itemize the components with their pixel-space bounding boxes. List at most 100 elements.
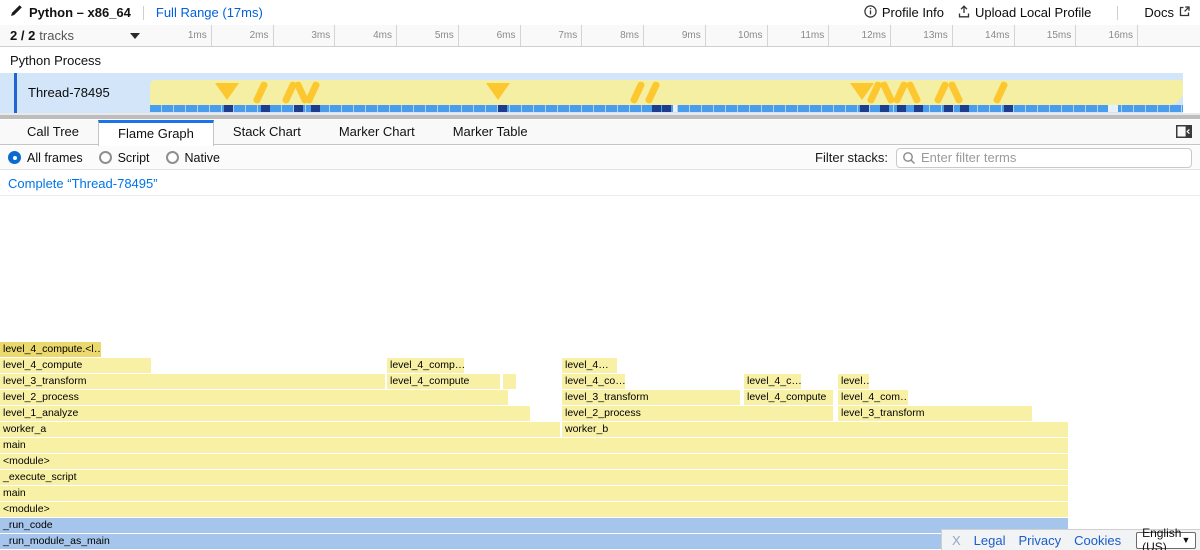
flame-box[interactable]: level_4_co… xyxy=(562,374,625,389)
ruler-tick: 15ms xyxy=(1015,25,1077,46)
radio-icon xyxy=(99,151,112,164)
sample-segment-dark xyxy=(897,105,906,112)
filter-stacks-label: Filter stacks: xyxy=(815,150,888,165)
flame-box[interactable]: <module> xyxy=(0,454,1068,469)
sidebar-toggle-icon[interactable] xyxy=(1176,125,1192,143)
flame-box[interactable]: level_4… xyxy=(562,358,617,373)
ruler-tick: 16ms xyxy=(1076,25,1138,46)
radio-script[interactable]: Script xyxy=(99,151,150,165)
flame-box[interactable]: level_4_compute.<l… xyxy=(0,342,101,357)
profile-info-button[interactable]: Profile Info xyxy=(864,5,944,21)
full-range-link[interactable]: Full Range (17ms) xyxy=(156,5,263,20)
flame-box[interactable]: level_3_transform xyxy=(0,374,385,389)
edit-pencil-icon[interactable] xyxy=(10,4,23,22)
flame-box[interactable]: _run_code xyxy=(0,518,1068,533)
track-header-python-process[interactable]: Python Process xyxy=(0,48,1183,73)
flame-box[interactable]: level… xyxy=(838,374,869,389)
filter-box xyxy=(896,148,1192,168)
sample-segment-dark xyxy=(914,105,923,112)
tracks-word: tracks xyxy=(39,28,74,43)
track-row-thread[interactable]: Thread-78495 xyxy=(0,73,1183,113)
flame-box[interactable]: main xyxy=(0,438,1068,453)
flame-box[interactable]: _execute_script xyxy=(0,470,1068,485)
breadcrumb[interactable]: Complete “Thread-78495” xyxy=(8,176,158,191)
docs-button[interactable]: Docs xyxy=(1144,5,1190,20)
radio-label: Native xyxy=(185,151,220,165)
footer-link-cookies[interactable]: Cookies xyxy=(1074,533,1121,548)
flame-box[interactable]: worker_b xyxy=(562,422,1068,437)
thread-track-label-area[interactable]: Thread-78495 xyxy=(0,73,150,113)
ruler-spacer xyxy=(1138,25,1200,46)
flame-box[interactable]: level_2_process xyxy=(562,406,833,421)
language-select[interactable]: English (US) ▼ xyxy=(1136,532,1196,549)
sample-segment-dark xyxy=(498,105,507,112)
docs-label: Docs xyxy=(1144,5,1174,20)
flame-box[interactable]: level_4_c… xyxy=(744,374,801,389)
flame-box[interactable]: level_3_transform xyxy=(838,406,1032,421)
sample-segment-dark xyxy=(960,105,969,112)
radio-native[interactable]: Native xyxy=(166,151,220,165)
footer-link-privacy[interactable]: Privacy xyxy=(1018,533,1061,548)
flame-box[interactable]: level_2_process xyxy=(0,390,508,405)
radio-all-frames[interactable]: All frames xyxy=(8,151,83,165)
flame-box[interactable] xyxy=(503,374,516,389)
tab-marker-table[interactable]: Marker Table xyxy=(434,120,547,145)
flame-box[interactable]: _run_module_as_main xyxy=(0,534,1068,549)
tab-call-tree[interactable]: Call Tree xyxy=(8,120,98,145)
footer-links: X Legal Privacy Cookies xyxy=(952,533,1121,548)
track-marker-slash-icon[interactable] xyxy=(992,81,1008,105)
tab-flame-graph[interactable]: Flame Graph xyxy=(98,120,214,146)
sample-segment-dark xyxy=(294,105,303,112)
footer-link-legal[interactable]: Legal xyxy=(974,533,1006,548)
profiler-app: Python – x86_64 Full Range (17ms) Profil… xyxy=(0,0,1200,550)
display-settings-row: All frames Script Native Filter stacks: xyxy=(0,146,1200,170)
flame-box[interactable]: level_4_comp… xyxy=(387,358,464,373)
flame-box[interactable]: level_1_analyze xyxy=(0,406,530,421)
ruler-tick: 14ms xyxy=(953,25,1015,46)
filter-stacks-input[interactable] xyxy=(896,148,1192,168)
flame-box[interactable]: level_4_com… xyxy=(838,390,908,405)
track-marker-slash-icon[interactable] xyxy=(629,81,645,105)
sample-segment-dark xyxy=(1004,105,1013,112)
external-link-icon xyxy=(1179,5,1190,20)
flame-box[interactable]: level_3_transform xyxy=(562,390,740,405)
ruler-tick: 9ms xyxy=(644,25,706,46)
upload-icon xyxy=(958,5,970,21)
flame-box[interactable]: <module> xyxy=(0,502,1068,517)
activity-band[interactable] xyxy=(150,80,1183,105)
footer-link-x[interactable]: X xyxy=(952,533,961,548)
track-panel-splitter[interactable] xyxy=(0,113,1200,120)
radio-icon xyxy=(166,151,179,164)
radio-icon xyxy=(8,151,21,164)
ruler-tick: 7ms xyxy=(521,25,583,46)
header-actions: Profile Info Upload Local Profile Docs xyxy=(864,5,1190,21)
tab-marker-chart[interactable]: Marker Chart xyxy=(320,120,434,145)
track-marker-triangle-icon[interactable] xyxy=(486,83,510,100)
tab-stack-chart[interactable]: Stack Chart xyxy=(214,120,320,145)
flame-box[interactable]: main xyxy=(0,486,1068,501)
info-icon xyxy=(864,5,877,21)
track-marker-slash-icon[interactable] xyxy=(304,81,320,105)
chevron-down-icon: ▼ xyxy=(1181,535,1190,545)
flame-box[interactable]: level_4_compute xyxy=(387,374,500,389)
flame-box[interactable]: level_4_compute xyxy=(0,358,151,373)
tracks-dropdown[interactable]: 2 / 2 tracks xyxy=(0,25,150,46)
sample-segment-dark xyxy=(311,105,320,112)
track-marker-triangle-icon[interactable] xyxy=(215,83,239,100)
flame-box[interactable]: worker_a xyxy=(0,422,560,437)
thread-track-canvas[interactable] xyxy=(150,73,1183,113)
track-marker-slash-icon[interactable] xyxy=(252,81,268,105)
ruler-tick: 4ms xyxy=(335,25,397,46)
sample-gap xyxy=(673,105,677,112)
sample-strip[interactable] xyxy=(150,105,1183,112)
thread-name: Thread-78495 xyxy=(28,73,110,113)
tab-bar: Call TreeFlame GraphStack ChartMarker Ch… xyxy=(0,120,1200,145)
track-marker-slash-icon[interactable] xyxy=(644,81,660,105)
frame-filter-radios: All frames Script Native xyxy=(8,151,236,165)
track-marker-slash-icon[interactable] xyxy=(947,81,963,105)
flame-box[interactable]: level_4_compute xyxy=(744,390,833,405)
track-marker-slash-icon[interactable] xyxy=(905,81,921,105)
breadcrumb-row: Complete “Thread-78495” xyxy=(0,171,1200,196)
timeline-ruler: 2 / 2 tracks 1ms2ms3ms4ms5ms6ms7ms8ms9ms… xyxy=(0,25,1200,47)
upload-profile-button[interactable]: Upload Local Profile xyxy=(958,5,1091,21)
